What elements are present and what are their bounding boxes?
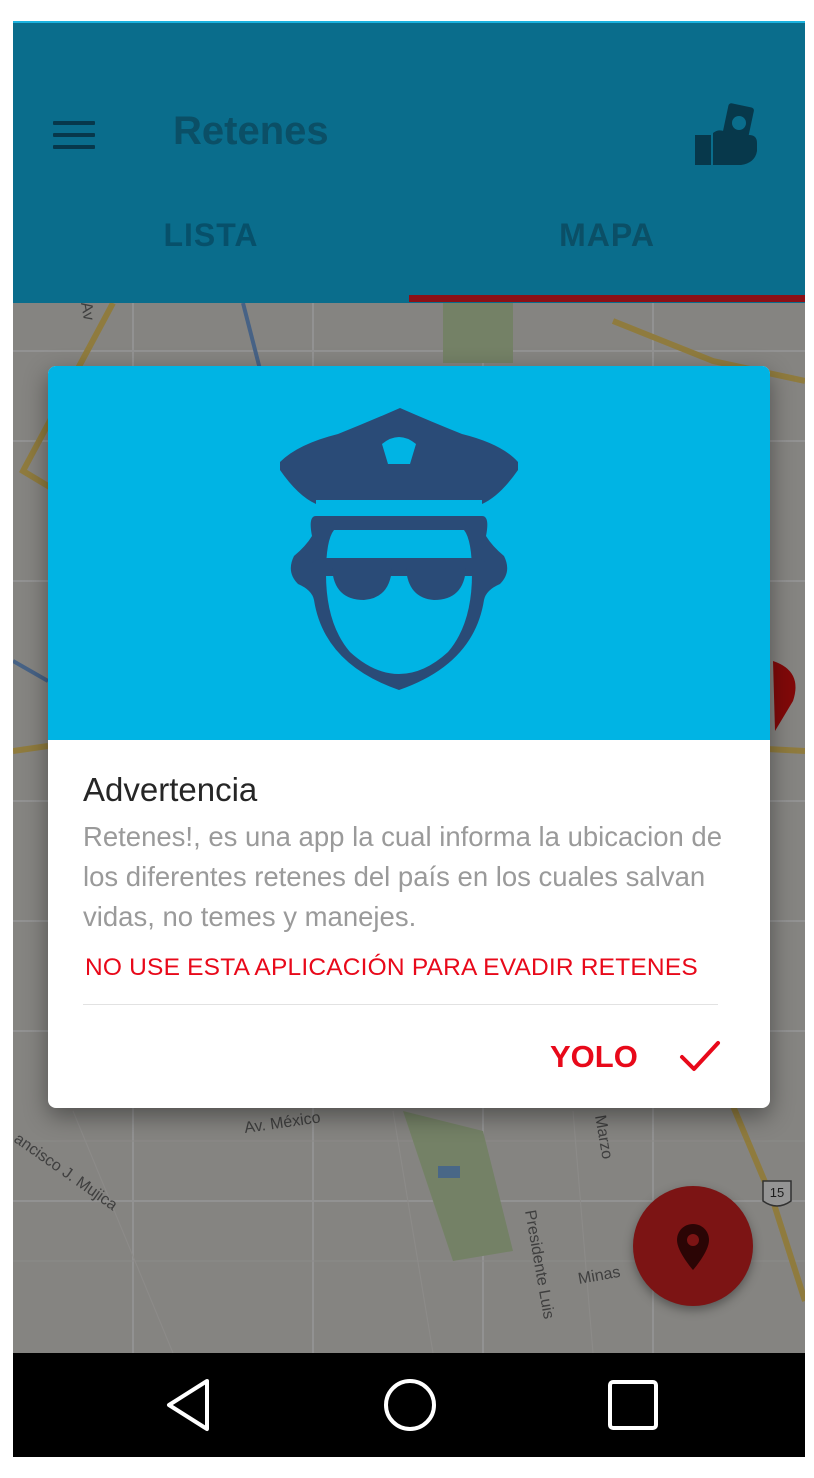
home-icon[interactable] — [380, 1375, 440, 1435]
yolo-button-label: YOLO — [550, 1039, 638, 1074]
police-officer-icon — [280, 408, 518, 690]
dialog-warning: NO USE ESTA APLICACIÓN PARA EVADIR RETEN… — [85, 954, 698, 981]
hamburger-menu-icon[interactable] — [53, 121, 95, 153]
device-screen: 15 Estadio Banorte Av. México ancisco J.… — [13, 21, 805, 1457]
warning-dialog: Advertencia Retenes!, es una app la cual… — [48, 366, 770, 1108]
divider — [83, 1004, 718, 1005]
add-location-fab[interactable] — [633, 1186, 753, 1306]
location-pin-icon — [677, 1224, 709, 1270]
dialog-header — [48, 366, 770, 740]
yolo-confirm-button[interactable]: YOLO — [538, 1031, 728, 1085]
app-bar: Retenes LISTA MAPA — [13, 21, 805, 303]
tab-indicator — [409, 295, 805, 302]
dialog-title: Advertencia — [83, 771, 258, 808]
app-title: Retenes — [173, 109, 329, 153]
system-nav-bar — [13, 1353, 805, 1457]
status-accent-line — [13, 21, 805, 23]
back-icon[interactable] — [159, 1375, 219, 1435]
tab-lista[interactable]: LISTA — [13, 217, 409, 254]
check-icon — [680, 1041, 720, 1071]
money-hand-icon[interactable] — [695, 101, 757, 167]
dialog-message: Retenes!, es una app la cual informa la … — [83, 821, 723, 932]
tab-mapa[interactable]: MAPA — [409, 217, 805, 254]
recents-icon[interactable] — [603, 1375, 663, 1435]
